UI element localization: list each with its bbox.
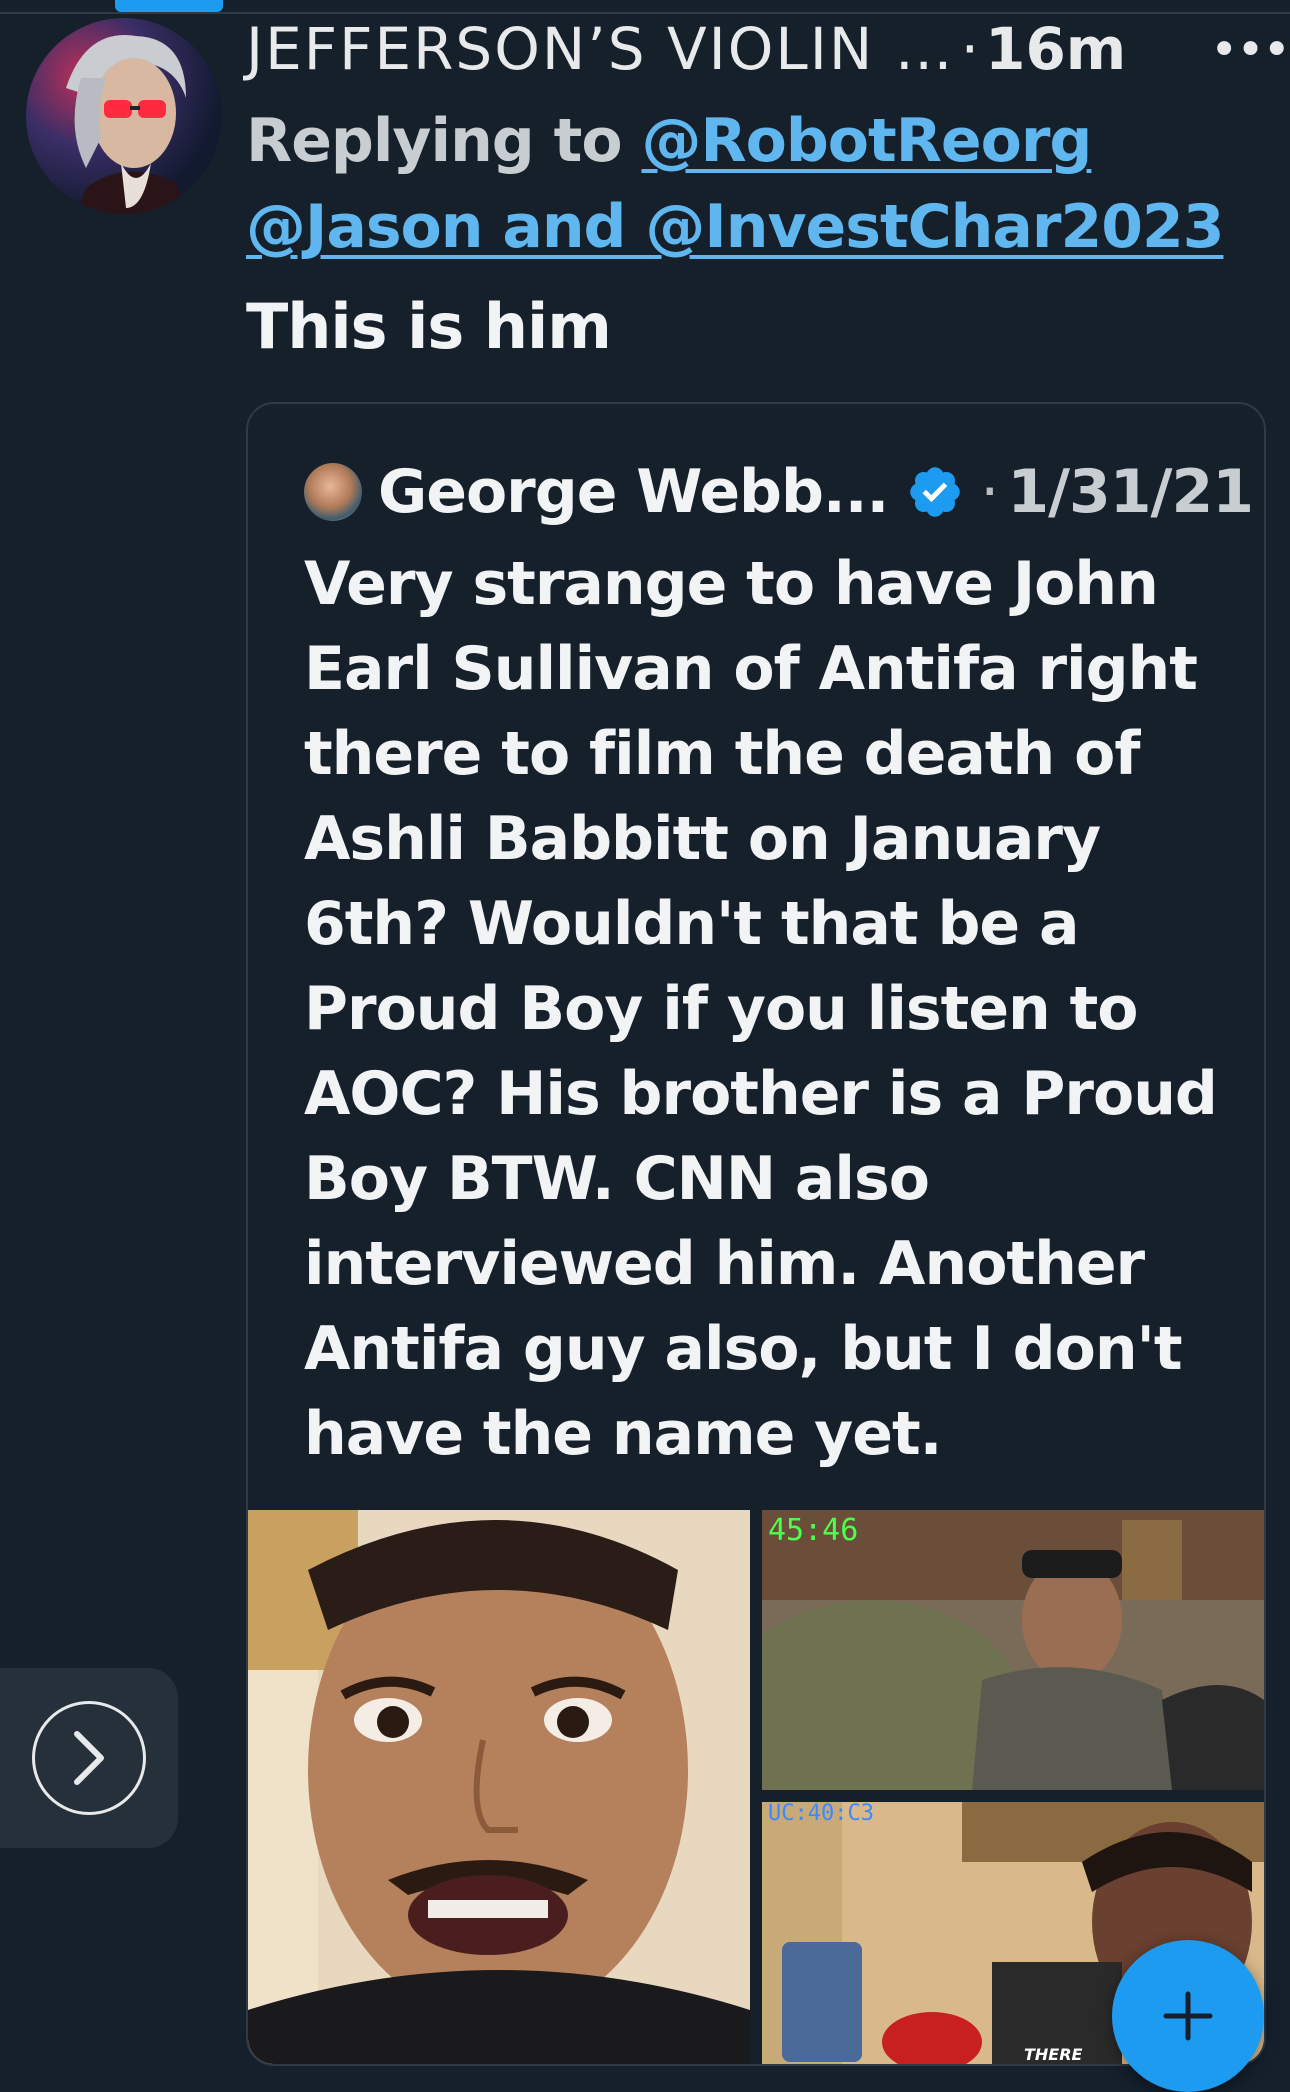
quote-author-avatar [304, 463, 362, 521]
quote-line: Very strange to have John [304, 549, 1159, 619]
quote-line: have the name yet. [304, 1399, 942, 1469]
tab-indicator [115, 0, 223, 12]
quote-date: 1/31/21 [1007, 457, 1254, 527]
mention-link[interactable]: @Jason and @InvestChar2023 [246, 192, 1224, 262]
media-image-2[interactable]: 45:46 [762, 1510, 1264, 1790]
verified-badge-icon [910, 467, 961, 517]
quote-text: Very strange to have John Earl Sullivan … [304, 542, 1224, 1477]
tweet-header: JEFFERSON’S VIOLIN … · 16m [246, 14, 1126, 84]
separator: · [980, 457, 1000, 527]
quote-header: George Webb... · 1/31/21 [304, 452, 1254, 532]
media-grid: 45:46 UC:40:C3 THERE [248, 1510, 1264, 2064]
separator: · [960, 15, 980, 83]
quote-line: interviewed him. Another [304, 1229, 1145, 1299]
quote-line: 6th? Wouldn't that be a [304, 889, 1079, 959]
quote-line: Earl Sullivan of Antifa right [304, 634, 1198, 704]
author-avatar[interactable] [26, 18, 222, 214]
author-name[interactable]: JEFFERSON’S VIOLIN … [246, 15, 955, 83]
tweet-time[interactable]: 16m [985, 15, 1126, 83]
more-icon[interactable]: ••• [1210, 22, 1290, 78]
quote-author-name: George Webb... [378, 457, 889, 527]
timestamp-overlay: UC:40:C3 [768, 1802, 874, 1826]
quoted-tweet[interactable]: George Webb... · 1/31/21 Very strange to… [246, 402, 1266, 2066]
replying-prefix: Replying to [246, 106, 642, 176]
quote-line: Antifa guy also, but I don't [304, 1314, 1183, 1384]
mention-link[interactable]: @RobotReorg [641, 106, 1092, 176]
replying-to: Replying to @RobotReorg @Jason and @Inve… [246, 98, 1256, 270]
compose-button[interactable] [1112, 1940, 1264, 2092]
quote-line: Ashli Babbitt on January [304, 804, 1101, 874]
timestamp-overlay: 45:46 [768, 1513, 858, 1548]
quote-line: AOC? His brother is a Proud [304, 1059, 1218, 1129]
caption-overlay: THERE [1024, 2045, 1083, 2064]
quote-line: there to film the death of [304, 719, 1140, 789]
plus-icon [1163, 1991, 1213, 2041]
tweet-text: This is him [246, 290, 612, 363]
media-image-1[interactable] [248, 1510, 750, 2064]
quote-line: Boy BTW. CNN also [304, 1144, 930, 1214]
quote-line: Proud Boy if you listen to [304, 974, 1139, 1044]
next-button[interactable] [0, 1668, 178, 1848]
chevron-right-icon [32, 1701, 146, 1815]
